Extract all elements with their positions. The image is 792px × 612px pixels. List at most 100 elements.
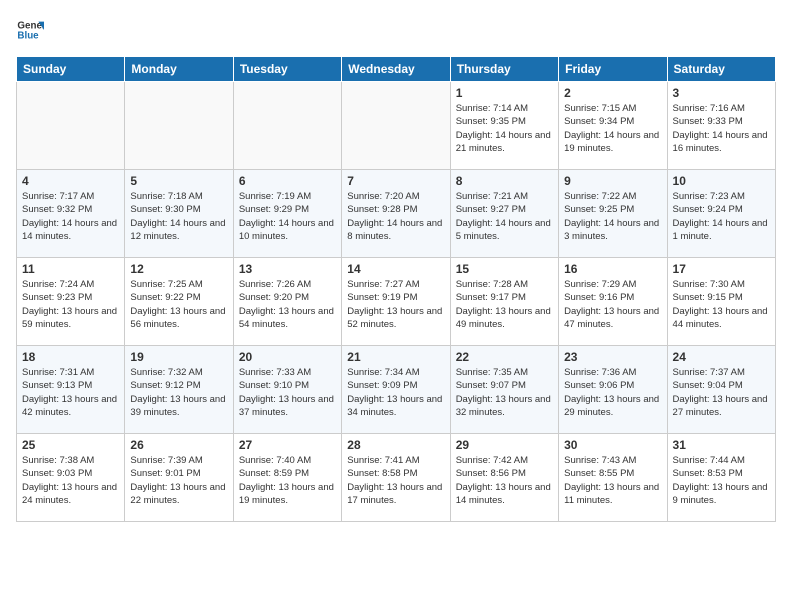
- calendar-cell: 20 Sunrise: 7:33 AM Sunset: 9:10 PM Dayli…: [233, 346, 341, 434]
- day-info: Sunrise: 7:37 AM Sunset: 9:04 PM Dayligh…: [673, 366, 770, 419]
- day-number: 16: [564, 262, 661, 276]
- page-header: General Blue: [16, 16, 776, 44]
- day-number: 25: [22, 438, 119, 452]
- weekday-header: Tuesday: [233, 57, 341, 82]
- day-info: Sunrise: 7:23 AM Sunset: 9:24 PM Dayligh…: [673, 190, 770, 243]
- day-number: 9: [564, 174, 661, 188]
- calendar-cell: 14 Sunrise: 7:27 AM Sunset: 9:19 PM Dayli…: [342, 258, 450, 346]
- calendar-cell: 25 Sunrise: 7:38 AM Sunset: 9:03 PM Dayli…: [17, 434, 125, 522]
- day-number: 5: [130, 174, 227, 188]
- calendar-cell: 15 Sunrise: 7:28 AM Sunset: 9:17 PM Dayli…: [450, 258, 558, 346]
- day-info: Sunrise: 7:39 AM Sunset: 9:01 PM Dayligh…: [130, 454, 227, 507]
- day-info: Sunrise: 7:27 AM Sunset: 9:19 PM Dayligh…: [347, 278, 444, 331]
- day-info: Sunrise: 7:36 AM Sunset: 9:06 PM Dayligh…: [564, 366, 661, 419]
- day-info: Sunrise: 7:28 AM Sunset: 9:17 PM Dayligh…: [456, 278, 553, 331]
- day-number: 23: [564, 350, 661, 364]
- day-number: 12: [130, 262, 227, 276]
- calendar-cell: 17 Sunrise: 7:30 AM Sunset: 9:15 PM Dayli…: [667, 258, 775, 346]
- day-info: Sunrise: 7:34 AM Sunset: 9:09 PM Dayligh…: [347, 366, 444, 419]
- day-number: 17: [673, 262, 770, 276]
- day-number: 22: [456, 350, 553, 364]
- day-info: Sunrise: 7:29 AM Sunset: 9:16 PM Dayligh…: [564, 278, 661, 331]
- day-number: 31: [673, 438, 770, 452]
- day-info: Sunrise: 7:15 AM Sunset: 9:34 PM Dayligh…: [564, 102, 661, 155]
- day-info: Sunrise: 7:32 AM Sunset: 9:12 PM Dayligh…: [130, 366, 227, 419]
- day-number: 11: [22, 262, 119, 276]
- day-info: Sunrise: 7:17 AM Sunset: 9:32 PM Dayligh…: [22, 190, 119, 243]
- day-info: Sunrise: 7:35 AM Sunset: 9:07 PM Dayligh…: [456, 366, 553, 419]
- calendar-cell: 16 Sunrise: 7:29 AM Sunset: 9:16 PM Dayli…: [559, 258, 667, 346]
- day-number: 27: [239, 438, 336, 452]
- day-info: Sunrise: 7:31 AM Sunset: 9:13 PM Dayligh…: [22, 366, 119, 419]
- day-number: 6: [239, 174, 336, 188]
- day-number: 2: [564, 86, 661, 100]
- day-info: Sunrise: 7:33 AM Sunset: 9:10 PM Dayligh…: [239, 366, 336, 419]
- day-info: Sunrise: 7:24 AM Sunset: 9:23 PM Dayligh…: [22, 278, 119, 331]
- day-number: 21: [347, 350, 444, 364]
- calendar-cell: 26 Sunrise: 7:39 AM Sunset: 9:01 PM Dayli…: [125, 434, 233, 522]
- calendar-cell: 12 Sunrise: 7:25 AM Sunset: 9:22 PM Dayli…: [125, 258, 233, 346]
- day-number: 26: [130, 438, 227, 452]
- calendar-cell: [17, 82, 125, 170]
- calendar-cell: [233, 82, 341, 170]
- day-number: 15: [456, 262, 553, 276]
- calendar-cell: 9 Sunrise: 7:22 AM Sunset: 9:25 PM Daylig…: [559, 170, 667, 258]
- day-info: Sunrise: 7:43 AM Sunset: 8:55 PM Dayligh…: [564, 454, 661, 507]
- day-number: 7: [347, 174, 444, 188]
- calendar-cell: 10 Sunrise: 7:23 AM Sunset: 9:24 PM Dayli…: [667, 170, 775, 258]
- weekday-header: Saturday: [667, 57, 775, 82]
- calendar-cell: 7 Sunrise: 7:20 AM Sunset: 9:28 PM Daylig…: [342, 170, 450, 258]
- day-info: Sunrise: 7:16 AM Sunset: 9:33 PM Dayligh…: [673, 102, 770, 155]
- day-info: Sunrise: 7:42 AM Sunset: 8:56 PM Dayligh…: [456, 454, 553, 507]
- calendar-cell: 27 Sunrise: 7:40 AM Sunset: 8:59 PM Dayli…: [233, 434, 341, 522]
- weekday-header: Wednesday: [342, 57, 450, 82]
- calendar-cell: 2 Sunrise: 7:15 AM Sunset: 9:34 PM Daylig…: [559, 82, 667, 170]
- calendar-cell: 3 Sunrise: 7:16 AM Sunset: 9:33 PM Daylig…: [667, 82, 775, 170]
- weekday-header: Monday: [125, 57, 233, 82]
- day-info: Sunrise: 7:20 AM Sunset: 9:28 PM Dayligh…: [347, 190, 444, 243]
- calendar-cell: [342, 82, 450, 170]
- calendar-cell: 13Sunrise: 7:26 AM Sunset: 9:20 PM Dayli…: [233, 258, 341, 346]
- day-number: 24: [673, 350, 770, 364]
- calendar-cell: 11 Sunrise: 7:24 AM Sunset: 9:23 PM Dayli…: [17, 258, 125, 346]
- day-info: Sunrise: 7:25 AM Sunset: 9:22 PM Dayligh…: [130, 278, 227, 331]
- day-number: 14: [347, 262, 444, 276]
- day-info: Sunrise: 7:14 AM Sunset: 9:35 PM Dayligh…: [456, 102, 553, 155]
- day-number: 3: [673, 86, 770, 100]
- day-info: Sunrise: 7:18 AM Sunset: 9:30 PM Dayligh…: [130, 190, 227, 243]
- calendar-cell: 30 Sunrise: 7:43 AM Sunset: 8:55 PM Dayli…: [559, 434, 667, 522]
- day-info: Sunrise: 7:22 AM Sunset: 9:25 PM Dayligh…: [564, 190, 661, 243]
- day-info: Sunrise: 7:30 AM Sunset: 9:15 PM Dayligh…: [673, 278, 770, 331]
- calendar-cell: 1 Sunrise: 7:14 AM Sunset: 9:35 PM Daylig…: [450, 82, 558, 170]
- svg-text:Blue: Blue: [17, 30, 39, 41]
- day-info: Sunrise: 7:38 AM Sunset: 9:03 PM Dayligh…: [22, 454, 119, 507]
- day-number: 19: [130, 350, 227, 364]
- calendar-cell: 29 Sunrise: 7:42 AM Sunset: 8:56 PM Dayli…: [450, 434, 558, 522]
- calendar-cell: 18 Sunrise: 7:31 AM Sunset: 9:13 PM Dayli…: [17, 346, 125, 434]
- day-number: 29: [456, 438, 553, 452]
- calendar-cell: 8Sunrise: 7:21 AM Sunset: 9:27 PM Daylig…: [450, 170, 558, 258]
- day-info: Sunrise: 7:19 AM Sunset: 9:29 PM Dayligh…: [239, 190, 336, 243]
- calendar: SundayMondayTuesdayWednesdayThursdayFrid…: [16, 56, 776, 522]
- day-number: 10: [673, 174, 770, 188]
- day-number: 1: [456, 86, 553, 100]
- day-info: Sunrise: 7:21 AM Sunset: 9:27 PM Dayligh…: [456, 190, 553, 243]
- calendar-cell: [125, 82, 233, 170]
- day-number: 18: [22, 350, 119, 364]
- weekday-header: Sunday: [17, 57, 125, 82]
- calendar-cell: 19 Sunrise: 7:32 AM Sunset: 9:12 PM Dayli…: [125, 346, 233, 434]
- logo: General Blue: [16, 16, 44, 44]
- calendar-cell: 5 Sunrise: 7:18 AM Sunset: 9:30 PM Daylig…: [125, 170, 233, 258]
- calendar-cell: 24 Sunrise: 7:37 AM Sunset: 9:04 PM Dayli…: [667, 346, 775, 434]
- day-info: Sunrise: 7:40 AM Sunset: 8:59 PM Dayligh…: [239, 454, 336, 507]
- day-info: Sunrise: 7:26 AM Sunset: 9:20 PM Dayligh…: [239, 278, 336, 331]
- calendar-cell: 23 Sunrise: 7:36 AM Sunset: 9:06 PM Dayli…: [559, 346, 667, 434]
- logo-icon: General Blue: [16, 16, 44, 44]
- day-number: 30: [564, 438, 661, 452]
- calendar-cell: 6 Sunrise: 7:19 AM Sunset: 9:29 PM Daylig…: [233, 170, 341, 258]
- day-info: Sunrise: 7:44 AM Sunset: 8:53 PM Dayligh…: [673, 454, 770, 507]
- calendar-cell: 28Sunrise: 7:41 AM Sunset: 8:58 PM Dayli…: [342, 434, 450, 522]
- day-number: 4: [22, 174, 119, 188]
- day-number: 20: [239, 350, 336, 364]
- weekday-header: Friday: [559, 57, 667, 82]
